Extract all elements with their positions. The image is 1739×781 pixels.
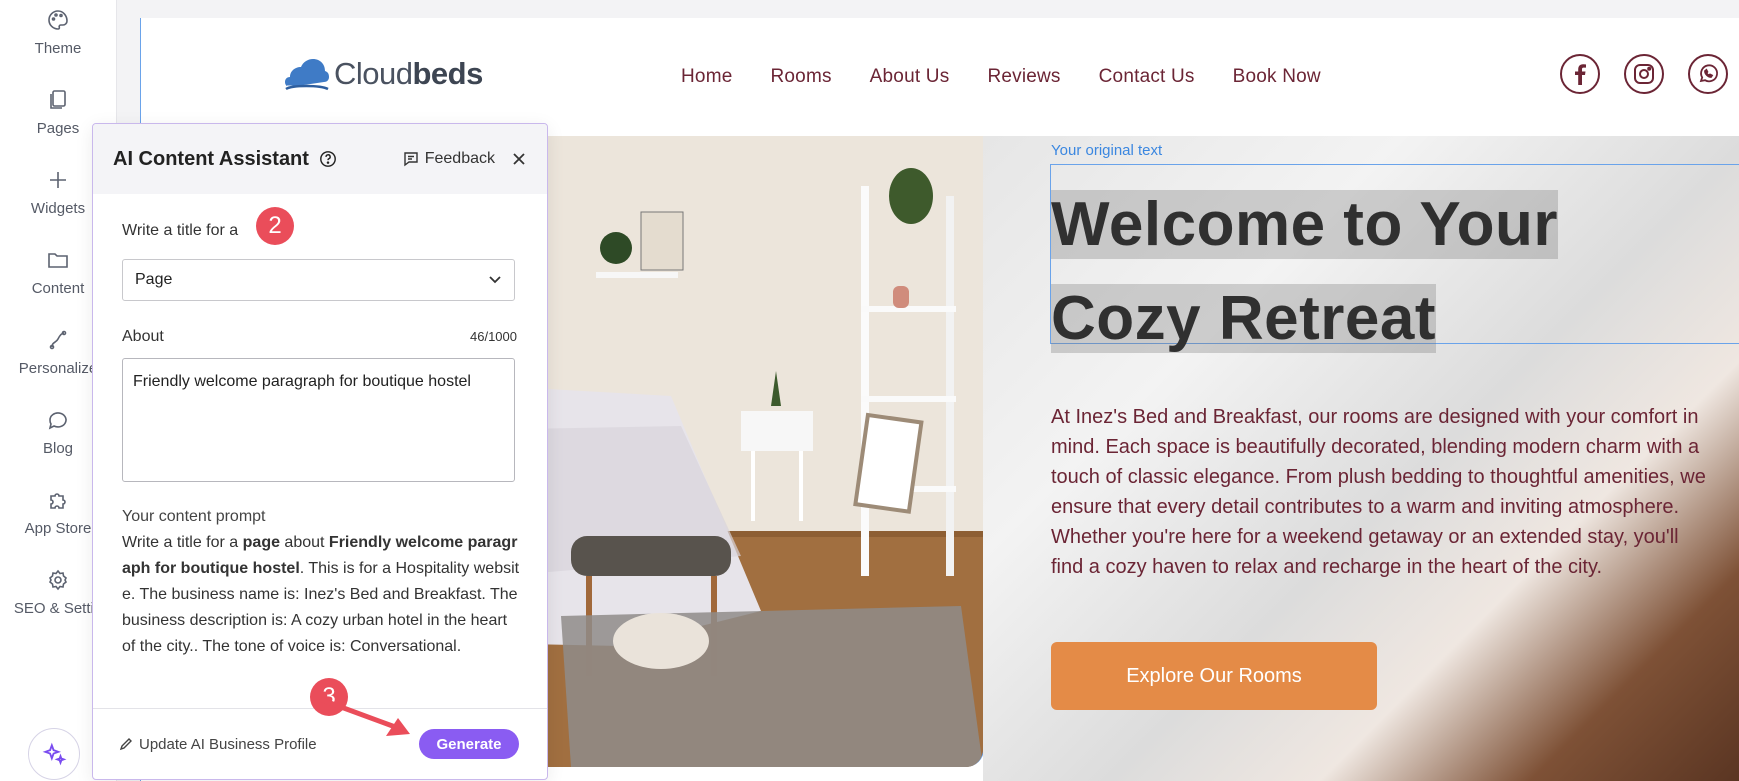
pointer-arrow-icon <box>319 697 410 736</box>
facebook-icon[interactable] <box>1560 54 1600 94</box>
sidebar-item-label: App Store <box>24 520 92 537</box>
sparkle-icon <box>42 742 67 766</box>
original-text-label: Your original text <box>1051 142 1163 159</box>
sidebar-item-label: Blog <box>42 440 74 457</box>
feedback-button[interactable]: Feedback <box>403 150 495 168</box>
hero-paragraph[interactable]: At Inez's Bed and Breakfast, our rooms a… <box>1051 402 1711 582</box>
sidebar-item-label: Personalize <box>18 360 98 377</box>
nav-home[interactable]: Home <box>681 66 732 88</box>
nav-contact-us[interactable]: Contact Us <box>1099 66 1195 88</box>
ai-assistant-button[interactable] <box>28 728 80 780</box>
update-ai-profile-link[interactable]: Update AI Business Profile <box>119 736 317 753</box>
prompt-text: Write a title for a page about Friendly … <box>122 534 520 655</box>
select-value: Page <box>135 271 173 288</box>
panel-header: AI Content Assistant Feedback <box>93 124 547 194</box>
hero-title[interactable]: Welcome to Your Cozy Retreat <box>1051 178 1671 366</box>
site-nav: Home Rooms About Us Reviews Contact Us B… <box>681 66 1359 88</box>
sidebar-item-label: SEO & Settin <box>13 600 103 617</box>
instagram-icon[interactable] <box>1624 54 1664 94</box>
folder-icon <box>48 253 68 268</box>
about-textarea[interactable]: Friendly welcome paragraph for boutique … <box>122 358 515 482</box>
gear-icon <box>48 569 68 591</box>
sidebar-item-label: Theme <box>34 40 82 57</box>
sidebar-item-label: Content <box>31 280 85 297</box>
puzzle-icon <box>50 493 66 509</box>
generate-button[interactable]: Generate <box>419 729 519 759</box>
content-type-select[interactable]: Page <box>122 259 515 301</box>
pencil-icon <box>119 738 132 751</box>
help-icon[interactable] <box>319 150 337 168</box>
feedback-icon <box>404 152 418 167</box>
panel-title: AI Content Assistant <box>113 147 309 170</box>
write-title-label: Write a title for a <box>122 222 239 239</box>
explore-rooms-button[interactable]: Explore Our Rooms <box>1051 642 1377 710</box>
cloud-logo-icon <box>285 59 329 91</box>
palette-icon <box>48 10 68 30</box>
nav-reviews[interactable]: Reviews <box>987 66 1060 88</box>
chevron-down-icon <box>489 276 501 284</box>
plus-icon <box>50 172 66 188</box>
close-icon[interactable] <box>511 151 527 167</box>
whatsapp-icon[interactable] <box>1688 54 1728 94</box>
personalize-icon <box>49 330 67 350</box>
logo-wordmark: Cloudbeds <box>334 56 483 91</box>
sidebar-item-label: Widgets <box>30 200 86 217</box>
feedback-label: Feedback <box>424 150 495 167</box>
pages-icon <box>50 90 66 109</box>
character-counter: 46/1000 <box>470 329 517 344</box>
site-logo[interactable]: Cloudbeds <box>284 56 483 92</box>
nav-rooms[interactable]: Rooms <box>770 66 831 88</box>
step-2-badge: 2 <box>256 207 294 245</box>
sidebar-item-theme[interactable]: Theme <box>0 0 116 70</box>
nav-book-now[interactable]: Book Now <box>1233 66 1321 88</box>
chat-bubble-icon <box>48 412 67 430</box>
prompt-heading: Your content prompt <box>122 508 266 525</box>
about-label: About <box>122 328 164 345</box>
social-links <box>1560 54 1739 94</box>
update-ai-profile-label: Update AI Business Profile <box>139 735 317 753</box>
nav-about-us[interactable]: About Us <box>870 66 950 88</box>
sidebar-item-label: Pages <box>36 120 80 137</box>
